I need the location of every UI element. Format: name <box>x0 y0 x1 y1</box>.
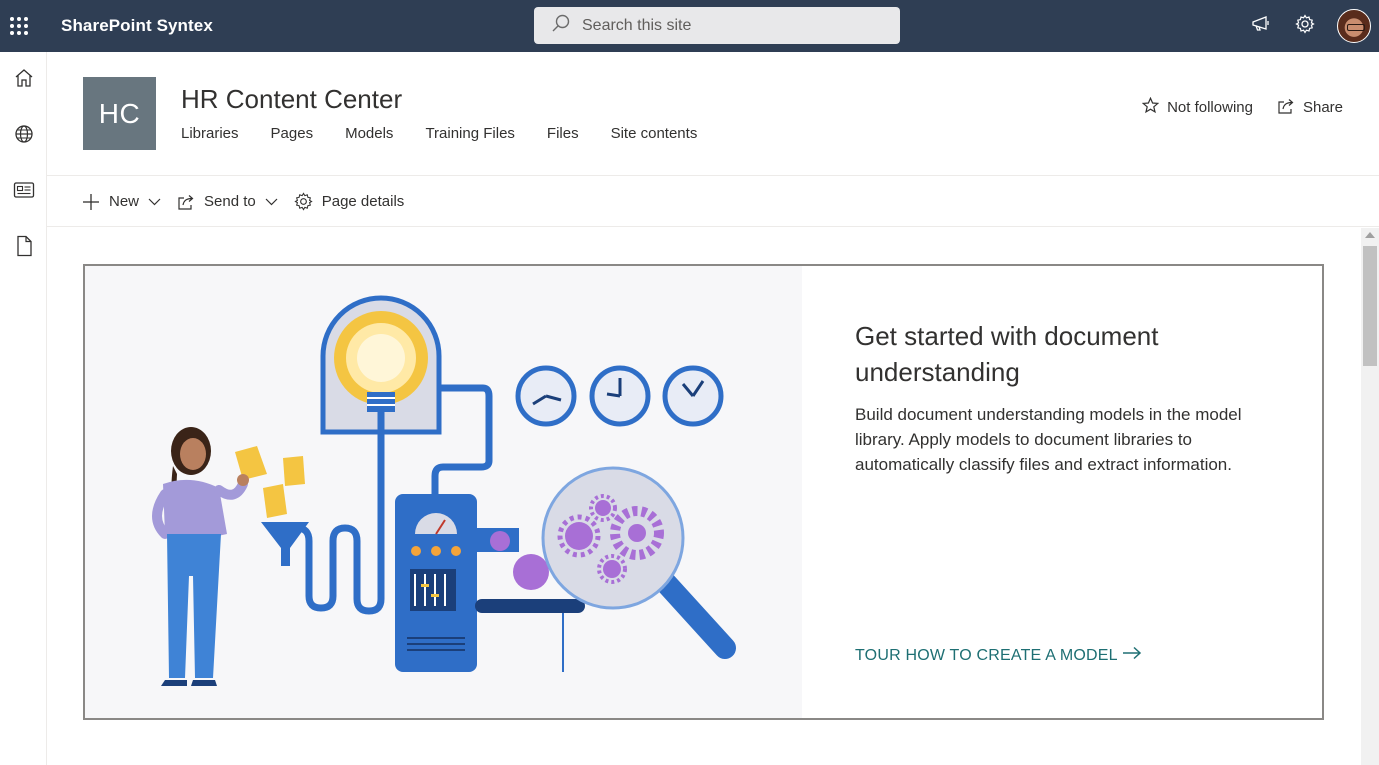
page-details-button[interactable]: Page details <box>294 192 405 211</box>
left-rail <box>0 52 47 765</box>
site-title[interactable]: HR Content Center <box>181 84 402 115</box>
follow-button[interactable]: Not following <box>1141 96 1253 118</box>
share-button[interactable]: Share <box>1277 98 1343 118</box>
scroll-up-arrow-icon[interactable] <box>1365 232 1375 238</box>
search-input[interactable] <box>582 16 882 35</box>
arrow-right-icon <box>1122 646 1142 665</box>
card-title: Get started with document understanding <box>855 321 1159 387</box>
card-text: Get started with document understanding … <box>855 318 1285 477</box>
get-started-card: Get started with document understanding … <box>83 264 1324 720</box>
nav-pages[interactable]: Pages <box>271 125 314 142</box>
feedback-button[interactable] <box>1239 0 1283 52</box>
home-icon <box>14 68 34 93</box>
nav-libraries[interactable]: Libraries <box>181 125 239 142</box>
new-button[interactable]: New <box>82 193 161 211</box>
site-navigation: Libraries Pages Models Training Files Fi… <box>181 125 729 142</box>
page-details-label: Page details <box>321 193 405 210</box>
command-bar: New Send to Page details <box>47 177 1379 227</box>
avatar[interactable] <box>1337 9 1371 43</box>
header-actions: Not following Share <box>1118 96 1343 118</box>
vertical-scrollbar[interactable] <box>1361 228 1379 765</box>
suite-bar: SharePoint Syntex <box>0 0 1379 52</box>
suite-actions <box>1239 0 1379 52</box>
new-label: New <box>109 193 140 210</box>
rail-sites-button[interactable] <box>0 108 47 164</box>
follow-label: Not following <box>1167 99 1253 116</box>
rail-news-button[interactable] <box>0 164 47 220</box>
news-icon <box>13 181 35 204</box>
star-icon <box>1141 96 1167 118</box>
nav-site-contents[interactable]: Site contents <box>611 125 698 142</box>
page-content: Get started with document understanding … <box>47 228 1360 765</box>
document-understanding-illustration <box>85 266 802 718</box>
card-description: Build document understanding models in t… <box>855 405 1242 474</box>
site-header: HC HR Content Center Libraries Pages Mod… <box>47 52 1379 176</box>
nav-models[interactable]: Models <box>345 125 393 142</box>
tour-link-label: TOUR HOW TO CREATE A MODEL <box>855 646 1118 664</box>
document-icon <box>15 235 33 262</box>
share-icon <box>177 194 195 210</box>
search-box[interactable] <box>534 7 900 44</box>
gear-icon <box>1295 13 1315 39</box>
app-title[interactable]: SharePoint Syntex <box>61 16 213 36</box>
gear-icon <box>294 192 313 211</box>
site-logo[interactable]: HC <box>83 77 156 150</box>
send-to-label: Send to <box>204 193 256 210</box>
share-icon <box>1277 98 1303 118</box>
settings-button[interactable] <box>1283 0 1327 52</box>
globe-icon <box>14 124 34 149</box>
search-icon <box>552 14 570 37</box>
plus-icon <box>82 193 100 211</box>
app-launcher-button[interactable] <box>0 0 38 52</box>
chevron-down-icon <box>265 198 278 206</box>
send-to-button[interactable]: Send to <box>177 193 278 210</box>
nav-files[interactable]: Files <box>547 125 579 142</box>
waffle-icon <box>10 17 28 35</box>
rail-home-button[interactable] <box>0 52 47 108</box>
tour-link[interactable]: TOUR HOW TO CREATE A MODEL <box>855 646 1146 665</box>
scroll-thumb[interactable] <box>1363 246 1377 366</box>
nav-training-files[interactable]: Training Files <box>425 125 514 142</box>
megaphone-icon <box>1251 15 1271 38</box>
share-label: Share <box>1302 99 1343 116</box>
chevron-down-icon <box>148 198 161 206</box>
rail-files-button[interactable] <box>0 220 47 276</box>
